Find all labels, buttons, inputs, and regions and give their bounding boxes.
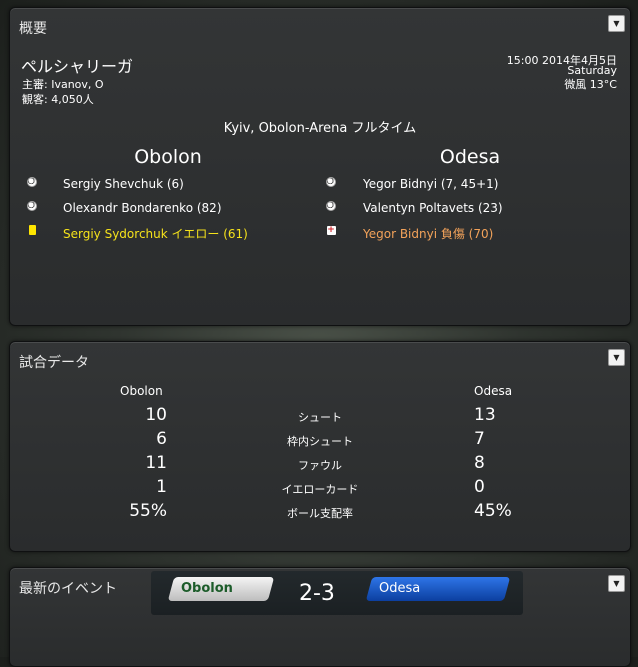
referee: 主審: Ivanov, O	[22, 78, 104, 91]
home-event: Olexandr Bondarenko (82)	[63, 201, 222, 215]
stat-label: シュート	[298, 411, 342, 424]
stat-away-value: 13	[474, 405, 496, 425]
collapse-events-button[interactable]: ▼	[608, 575, 625, 592]
chevron-down-icon: ▼	[613, 352, 620, 362]
home-event: Sergiy Shevchuk (6)	[63, 177, 184, 191]
away-event: Yegor Bidnyi (7, 45+1)	[363, 177, 499, 191]
competition-name: ペルシャリーガ	[21, 57, 134, 76]
home-team-pill: Obolon	[167, 577, 275, 601]
stats-away-team: Odesa	[474, 384, 513, 398]
scoreboard-home-team: Obolon	[181, 581, 233, 596]
goal-ball-icon	[325, 176, 337, 188]
collapse-overview-button[interactable]: ▼	[608, 15, 625, 32]
away-event: Yegor Bidnyi 負傷 (70)	[363, 227, 494, 241]
home-event: Sergiy Sydorchuk イエロー (61)	[63, 227, 248, 241]
goal-ball-icon	[26, 200, 38, 212]
match-weather: 微風 13°C	[564, 78, 617, 91]
venue-status: Kyiv, Obolon-Arena フルタイム	[223, 121, 417, 136]
stat-away-value: 7	[474, 429, 485, 449]
home-team-name: Obolon	[134, 146, 202, 168]
overview-title: 概要	[19, 21, 47, 37]
scoreboard-away-team: Odesa	[379, 581, 421, 596]
stat-away-value: 8	[474, 453, 485, 473]
away-team-pill: Odesa	[365, 577, 511, 601]
stat-label: ファウル	[298, 459, 342, 472]
away-team-name: Odesa	[439, 146, 501, 168]
stat-home-value: 1	[156, 477, 167, 497]
latest-events-title: 最新のイベント	[19, 581, 117, 597]
overview-panel: 概要 ▼ ペルシャリーガ 主審: Ivanov, O 観客: 4,050人 15…	[9, 7, 631, 326]
stats-home-team: Obolon	[120, 384, 163, 398]
goal-ball-icon	[26, 176, 38, 188]
stat-home-value: 11	[145, 453, 167, 473]
away-event: Valentyn Poltavets (23)	[363, 201, 503, 215]
match-stats-panel: 試合データ ▼ Obolon Odesa 10 シュート 13 6 枠内シュート…	[9, 341, 631, 552]
stat-label: ボール支配率	[287, 507, 353, 520]
injury-icon: +	[326, 224, 336, 235]
stat-label: イエローカード	[281, 483, 359, 496]
scoreboard: Obolon 2-3 Odesa	[151, 571, 523, 615]
collapse-stats-button[interactable]: ▼	[608, 349, 625, 366]
match-stats-title: 試合データ	[19, 355, 89, 371]
chevron-down-icon: ▼	[613, 18, 620, 28]
stat-label: 枠内シュート	[287, 435, 353, 448]
stat-away-value: 45%	[474, 501, 512, 521]
yellow-card-icon	[26, 224, 38, 236]
goal-ball-icon	[325, 200, 337, 212]
stat-home-value: 6	[156, 429, 167, 449]
score: 2-3	[299, 581, 335, 606]
stat-home-value: 55%	[129, 501, 167, 521]
attendance: 観客: 4,050人	[22, 93, 94, 106]
chevron-down-icon: ▼	[613, 578, 620, 588]
stat-away-value: 0	[474, 477, 485, 497]
stat-home-value: 10	[145, 405, 167, 425]
